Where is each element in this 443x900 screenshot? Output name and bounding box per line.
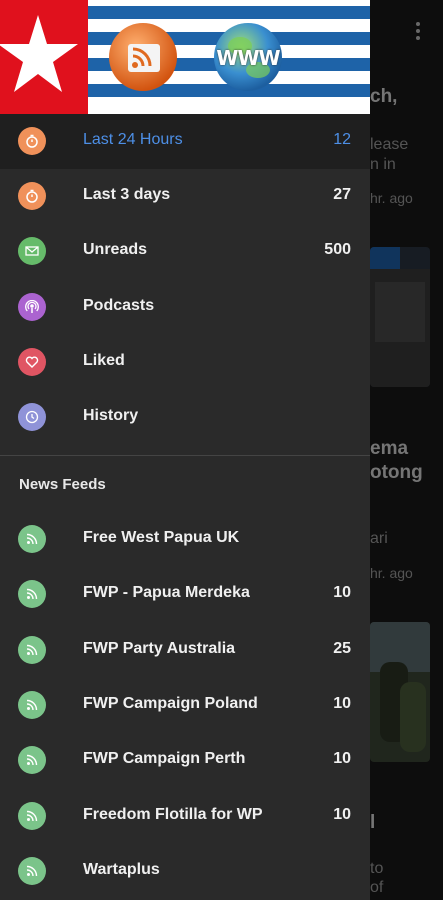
rss-feed-icon	[18, 856, 46, 885]
feed-label: Free West Papua UK	[83, 529, 240, 546]
filter-count: 12	[333, 131, 351, 148]
history-icon	[18, 403, 46, 431]
feed-label: FWP Campaign Perth	[83, 750, 246, 768]
feed-label: Freedom Flotilla for WP	[83, 805, 263, 823]
navigation-drawer: WWW Last 24 Hours 12 Last 3 days 27 Unreads 5…	[0, 0, 370, 900]
timer-icon	[18, 182, 46, 211]
filter-item-liked[interactable]: Liked	[0, 335, 370, 390]
feed-item[interactable]: Free West Papua UK	[0, 512, 370, 567]
divider	[0, 455, 370, 456]
feed-item[interactable]: FWP - Papua Merdeka 10	[0, 567, 370, 622]
rss-feed-icon	[18, 690, 46, 719]
feed-item[interactable]: FWP Campaign Perth 10	[0, 733, 370, 788]
feed-item[interactable]: FWP Campaign Poland 10	[0, 678, 370, 733]
filter-item-history[interactable]: History	[0, 390, 370, 445]
feed-count: 10	[333, 750, 351, 768]
feed-item[interactable]: Wartaplus	[0, 844, 370, 899]
feed-count: 10	[333, 584, 351, 602]
feed-count: 10	[333, 694, 351, 712]
filter-item-podcasts[interactable]: Podcasts	[0, 280, 370, 335]
filter-label: Last 24 Hours	[83, 131, 183, 148]
filter-label: Podcasts	[83, 296, 155, 314]
rss-feed-icon	[18, 580, 46, 609]
rss-icon	[104, 18, 182, 96]
feed-label: Wartaplus	[83, 860, 160, 878]
heart-icon	[18, 347, 46, 376]
filter-label: Last 3 days	[83, 186, 171, 204]
rss-feed-icon	[18, 801, 46, 830]
feed-count: 25	[333, 639, 351, 657]
filter-label: History	[83, 407, 139, 424]
feed-label: FWP Party Australia	[83, 639, 236, 657]
www-globe-icon: WWW	[208, 18, 288, 96]
filter-item-unreads[interactable]: Unreads 500	[0, 224, 370, 279]
rss-feed-icon	[18, 525, 46, 553]
filter-count: 27	[333, 186, 351, 204]
morning-star-flag-icon	[0, 0, 88, 114]
filter-item-last-24-hours[interactable]: Last 24 Hours 12	[0, 114, 370, 169]
timer-icon	[18, 127, 46, 155]
feed-count: 10	[333, 805, 351, 823]
rss-feed-icon	[18, 746, 46, 775]
rss-feed-icon	[18, 635, 46, 664]
filter-label: Unreads	[83, 241, 148, 259]
drawer-header-banner: WWW	[0, 0, 370, 114]
mail-icon	[18, 237, 46, 266]
filter-count: 500	[324, 241, 351, 259]
globe-text: WWW	[216, 46, 280, 70]
filter-label: Liked	[83, 351, 125, 369]
news-feeds-heading: News Feeds	[19, 476, 106, 493]
filter-item-last-3-days[interactable]: Last 3 days 27	[0, 169, 370, 224]
feed-item[interactable]: FWP Party Australia 25	[0, 623, 370, 678]
feed-item[interactable]: Freedom Flotilla for WP 10	[0, 789, 370, 844]
feed-label: FWP Campaign Poland	[83, 694, 258, 712]
feed-label: FWP - Papua Merdeka	[83, 584, 250, 602]
podcast-icon	[18, 292, 46, 321]
